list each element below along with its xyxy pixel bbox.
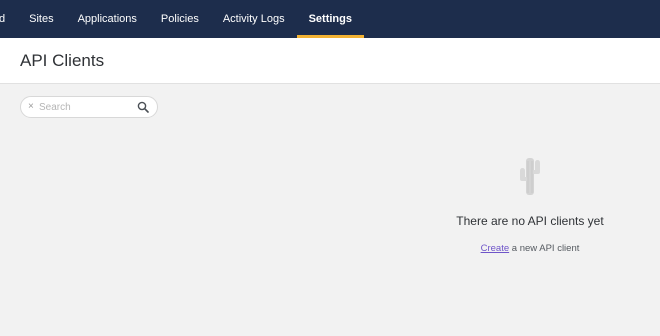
nav-item-settings[interactable]: Settings — [296, 0, 365, 38]
nav-item-sites[interactable]: Sites — [17, 0, 65, 38]
empty-state-message: Create a new API client — [430, 243, 630, 254]
search-box[interactable]: × — [20, 96, 158, 118]
nav-item-dashboard[interactable]: d — [0, 0, 17, 38]
cactus-icon — [520, 158, 540, 195]
create-api-client-link[interactable]: Create — [481, 243, 510, 254]
top-navigation: d Sites Applications Policies Activity L… — [0, 0, 660, 38]
nav-item-activity-logs[interactable]: Activity Logs — [211, 0, 297, 38]
empty-state-title: There are no API clients yet — [456, 214, 604, 228]
nav-item-policies[interactable]: Policies — [149, 0, 211, 38]
nav-item-applications[interactable]: Applications — [66, 0, 149, 38]
page-title: API Clients — [20, 51, 105, 70]
page-header: API Clients — [0, 38, 660, 84]
empty-state-suffix: a new API client — [509, 243, 580, 254]
clear-search-icon[interactable]: × — [28, 100, 34, 114]
search-input[interactable] — [39, 99, 135, 115]
search-icon[interactable] — [137, 101, 149, 113]
